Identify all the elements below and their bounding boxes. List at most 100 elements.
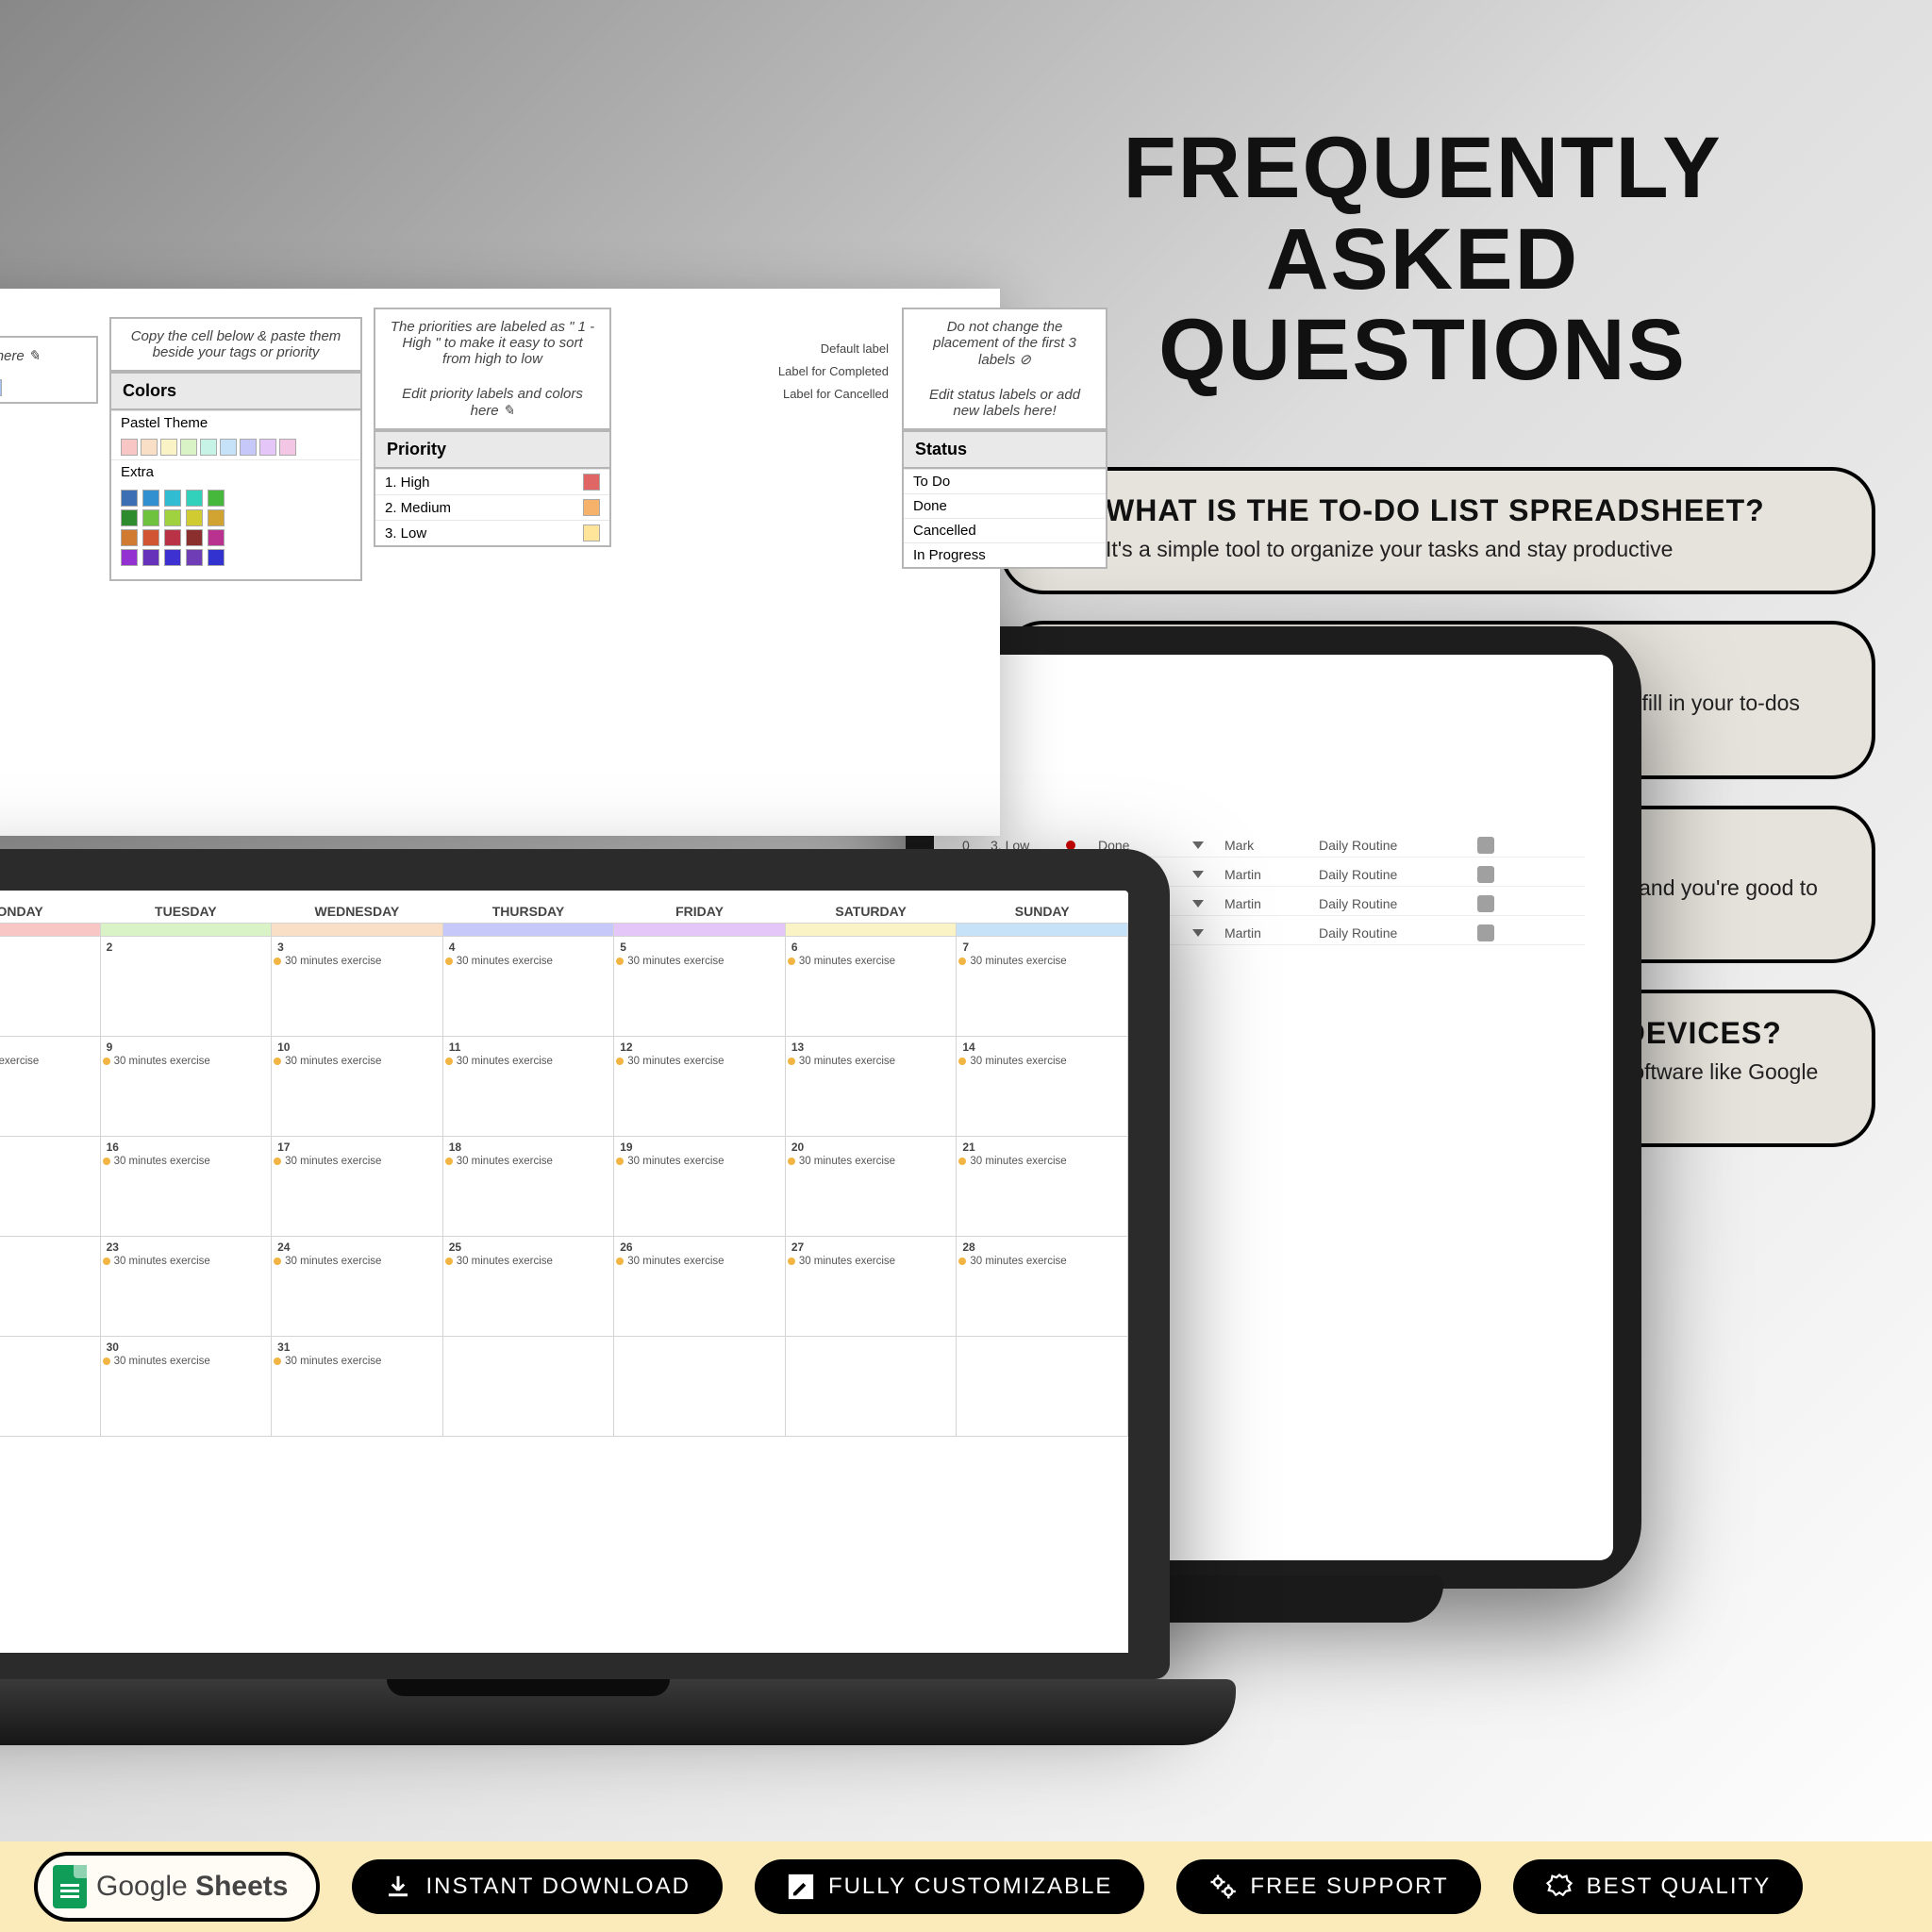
- gear-icon: [1208, 1873, 1237, 1901]
- calendar-cell: 630 minutes exercise: [785, 937, 957, 1037]
- calendar-event: 30 minutes exercise: [445, 1056, 612, 1067]
- calendar-event: 30 minutes exercise: [103, 1256, 270, 1267]
- calendar-event: 30 minutes exercise: [616, 956, 783, 967]
- pencil-icon: [787, 1873, 815, 1901]
- status-item: In Progress: [904, 542, 1106, 567]
- calendar-cell: 1030 minutes exercise: [272, 1037, 443, 1137]
- tags-note: colors here ✎: [0, 338, 96, 374]
- colors-note: Copy the cell below & paste them beside …: [111, 319, 360, 370]
- calendar-cell: 2730 minutes exercise: [785, 1237, 957, 1337]
- laptop-screen: MONDAYTUESDAYWEDNESDAYTHURSDAYFRIDAYSATU…: [0, 849, 1170, 1679]
- calendar-day-header: SUNDAY: [957, 900, 1128, 924]
- calendar-event: 30 minutes exercise: [788, 1156, 955, 1167]
- calendar-cell: 1430 minutes exercise: [957, 1037, 1128, 1137]
- badge-best-quality: BEST QUALITY: [1513, 1859, 1804, 1914]
- calendar-cell: 2: [100, 937, 272, 1037]
- calendar-day-header: THURSDAY: [442, 900, 614, 924]
- calendar: MONDAYTUESDAYWEDNESDAYTHURSDAYFRIDAYSATU…: [0, 900, 1128, 1437]
- colors-heading: Colors: [111, 374, 360, 410]
- calendar-event: 30 minutes exercise: [788, 956, 955, 967]
- calendar-cell: 930 minutes exercise: [100, 1037, 272, 1137]
- calendar-cell: 1230 minutes exercise: [614, 1037, 786, 1137]
- calendar-day-header: MONDAY: [0, 900, 100, 924]
- calendar-cell: 3130 minutes exercise: [272, 1337, 443, 1437]
- status-note: Do not change the placement of the first…: [904, 309, 1106, 377]
- pastel-label: Pastel Theme: [121, 415, 208, 431]
- calendar-event: 30 minutes exercise: [445, 1256, 612, 1267]
- extra-swatches: [111, 484, 360, 579]
- tags-swatches: [0, 374, 96, 402]
- calendar-event: 30 minutes exercise: [103, 1156, 270, 1167]
- calendar-day-header: FRIDAY: [614, 900, 786, 924]
- calendar-event: 30 minutes exercise: [788, 1056, 955, 1067]
- calendar-cell: [442, 1337, 614, 1437]
- calendar-cell: 730 minutes exercise: [957, 937, 1128, 1037]
- calendar-cell: 22: [0, 1237, 100, 1337]
- google-sheets-label: Google Sheets: [96, 1871, 288, 1903]
- calendar-cell: 330 minutes exercise: [272, 937, 443, 1037]
- priority-item: 3. Low: [375, 520, 609, 545]
- download-icon: [384, 1873, 412, 1901]
- calendar-event: 30 minutes exercise: [274, 1356, 441, 1367]
- calendar-event: 30 minutes exercise: [274, 1256, 441, 1267]
- calendar-cell: 1930 minutes exercise: [614, 1137, 786, 1237]
- extra-label: Extra: [121, 464, 154, 480]
- calendar-cell: 1630 minutes exercise: [100, 1137, 272, 1237]
- status-item: Cancelled: [904, 518, 1106, 542]
- calendar-cell: 29: [0, 1337, 100, 1437]
- calendar-cell: 430 minutes exercise: [442, 937, 614, 1037]
- calendar-cell: 530 minutes exercise: [614, 937, 786, 1037]
- google-sheets-icon: [53, 1865, 87, 1908]
- priority-item: 2. Medium: [375, 494, 609, 520]
- calendar-event: 30 minutes exercise: [103, 1356, 270, 1367]
- calendar-cell: 2530 minutes exercise: [442, 1237, 614, 1337]
- calendar-cell: 830 minutes exercise: [0, 1037, 100, 1137]
- faq-question: WHAT IS THE TO-DO LIST SPREADSHEET?: [1106, 493, 1834, 528]
- pastel-swatches: [111, 435, 360, 459]
- laptop-base: [0, 1679, 1236, 1745]
- calendar-day-header: WEDNESDAY: [272, 900, 443, 924]
- feature-bar: Google Sheets INSTANT DOWNLOAD FULLY CUS…: [0, 1841, 1932, 1932]
- priority-edit: Edit priority labels and colors here ✎: [375, 376, 609, 428]
- calendar-cell: 1830 minutes exercise: [442, 1137, 614, 1237]
- status-item: Done: [904, 493, 1106, 518]
- calendar-event: 30 minutes exercise: [274, 1056, 441, 1067]
- calendar-cell: 2330 minutes exercise: [100, 1237, 272, 1337]
- calendar-event: 30 minutes exercise: [958, 1256, 1125, 1267]
- calendar-cell: 3030 minutes exercise: [100, 1337, 272, 1437]
- calendar-event: 30 minutes exercise: [616, 1256, 783, 1267]
- calendar-cell: 1730 minutes exercise: [272, 1137, 443, 1237]
- calendar-cell: 1130 minutes exercise: [442, 1037, 614, 1137]
- badge-fully-customizable: FULLY CUSTOMIZABLE: [755, 1859, 1144, 1914]
- calendar-event: 30 minutes exercise: [274, 1156, 441, 1167]
- google-sheets-chip: Google Sheets: [34, 1852, 320, 1922]
- status-item: To Do: [904, 469, 1106, 493]
- calendar-cell: 2030 minutes exercise: [785, 1137, 957, 1237]
- calendar-event: 30 minutes exercise: [445, 1156, 612, 1167]
- calendar-event: 30 minutes exercise: [274, 956, 441, 967]
- calendar-event: 30 minutes exercise: [103, 1056, 270, 1067]
- calendar-cell: 2630 minutes exercise: [614, 1237, 786, 1337]
- laptop-mockup: MONDAYTUESDAYWEDNESDAYTHURSDAYFRIDAYSATU…: [0, 849, 1170, 1745]
- status-row-labels: Default label Label for Completed Label …: [617, 308, 896, 426]
- badge-instant-download: INSTANT DOWNLOAD: [352, 1859, 722, 1914]
- settings-sheet-mockup: colors here ✎ Copy the cell below & past…: [0, 289, 1000, 836]
- star-badge-icon: [1545, 1873, 1574, 1901]
- calendar-cell: [785, 1337, 957, 1437]
- calendar-cell: 2830 minutes exercise: [957, 1237, 1128, 1337]
- calendar-day-header: TUESDAY: [100, 900, 272, 924]
- page-title: FREQUENTLY ASKED QUESTIONS: [1055, 123, 1790, 396]
- calendar-event: 30 minutes exercise: [788, 1256, 955, 1267]
- calendar-event: 30 minutes exercise: [616, 1056, 783, 1067]
- calendar-event: 30 minutes exercise: [445, 956, 612, 967]
- calendar-cell: 1330 minutes exercise: [785, 1037, 957, 1137]
- calendar-cell: 1: [0, 937, 100, 1037]
- calendar-event: 30 minutes exercise: [958, 1056, 1125, 1067]
- calendar-event: 30 minutes exercise: [0, 1056, 98, 1067]
- calendar-cell: [957, 1337, 1128, 1437]
- badge-free-support: FREE SUPPORT: [1176, 1859, 1480, 1914]
- faq-answer: It's a simple tool to organize your task…: [1106, 534, 1834, 564]
- calendar-event: 30 minutes exercise: [616, 1156, 783, 1167]
- status-heading: Status: [904, 432, 1106, 469]
- calendar-cell: 2430 minutes exercise: [272, 1237, 443, 1337]
